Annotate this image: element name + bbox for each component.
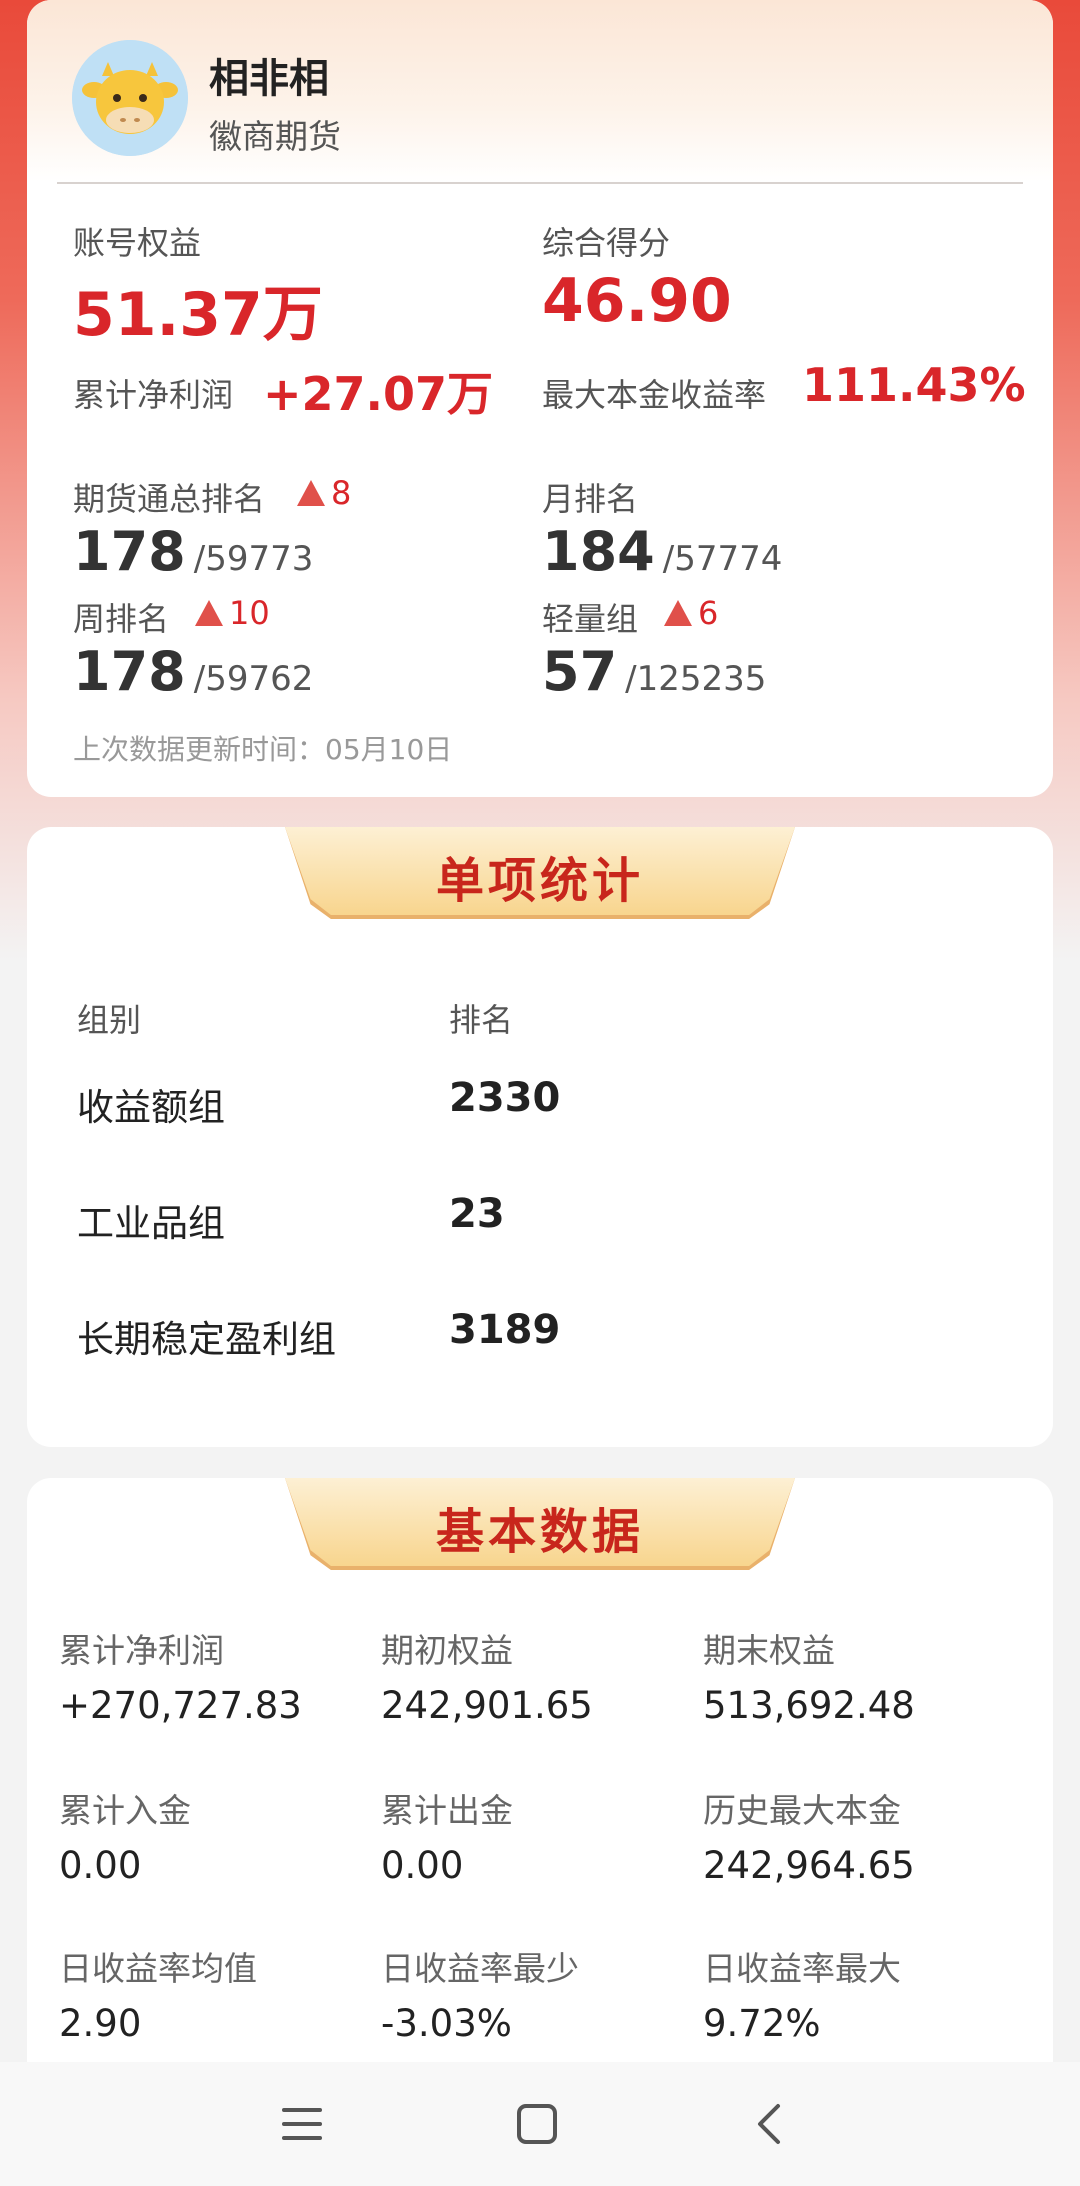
rank-out-of: /59762 xyxy=(193,659,314,699)
triangle-up-icon xyxy=(195,600,223,626)
rank-change-value: 6 xyxy=(698,594,719,632)
basic-item-label: 累计出金 xyxy=(381,1791,513,1830)
rank-out-of: /57774 xyxy=(662,539,783,579)
divider xyxy=(57,182,1023,184)
stats-row-rank: 3189 xyxy=(449,1307,561,1353)
basic-item-label: 日收益率均值 xyxy=(59,1949,257,1988)
basic-item-value: 0.00 xyxy=(381,1844,464,1887)
stats-card: 单项统计 组别 排名 收益额组 2330 工业品组 23 长期稳定盈利组 318… xyxy=(27,827,1053,1447)
stats-title: 单项统计 xyxy=(435,853,644,909)
net-profit-value: +27.07万 xyxy=(263,367,494,421)
rank-light-value: 57/125235 xyxy=(542,640,766,703)
rank-week-value: 178/59762 xyxy=(73,640,313,703)
basic-item-value: 513,692.48 xyxy=(703,1684,915,1727)
cow-avatar-icon[interactable] xyxy=(72,40,188,156)
rank-month-label: 月排名 xyxy=(542,480,639,518)
basic-item-value: 242,964.65 xyxy=(703,1844,915,1887)
col-rank-header: 排名 xyxy=(449,1001,514,1039)
system-nav-bar xyxy=(0,2062,1080,2186)
triangle-up-icon xyxy=(664,600,692,626)
menu-icon[interactable] xyxy=(262,2084,342,2164)
rank-change-value: 10 xyxy=(229,594,270,632)
rank-month-value: 184/57774 xyxy=(542,520,782,583)
net-profit-label: 累计净利润 xyxy=(73,376,234,414)
rank-value: 184 xyxy=(542,520,655,583)
square-home-icon[interactable] xyxy=(497,2084,577,2164)
equity-label: 账号权益 xyxy=(73,224,202,262)
rank-out-of: /125235 xyxy=(625,659,767,699)
triangle-up-icon xyxy=(297,480,325,506)
col-group-header: 组别 xyxy=(77,1001,142,1039)
user-name: 相非相 xyxy=(209,56,329,102)
rank-total-change: 8 xyxy=(297,474,351,512)
max-return-label: 最大本金收益率 xyxy=(542,376,767,414)
basic-item-label: 期初权益 xyxy=(381,1631,513,1670)
update-time: 上次数据更新时间：05月10日 xyxy=(73,733,453,766)
basic-item-label: 日收益率最少 xyxy=(381,1949,579,1988)
rank-change-value: 8 xyxy=(331,474,352,512)
basic-data-card: 基本数据 累计净利润 +270,727.83 期初权益 242,901.65 期… xyxy=(27,1478,1053,2098)
basic-item-label: 历史最大本金 xyxy=(703,1791,901,1830)
basic-item-value: +270,727.83 xyxy=(59,1684,302,1727)
basic-item-label: 期末权益 xyxy=(703,1631,835,1670)
rank-total-label: 期货通总排名 xyxy=(73,480,266,518)
rank-out-of: /59773 xyxy=(193,539,314,579)
basic-item-value: 2.90 xyxy=(59,2002,142,2045)
basic-title: 基本数据 xyxy=(435,1504,644,1560)
stats-row-rank: 23 xyxy=(449,1191,505,1237)
basic-item-value: 242,901.65 xyxy=(381,1684,593,1727)
score-value: 46.90 xyxy=(542,266,732,336)
rank-total-value: 178/59773 xyxy=(73,520,313,583)
stats-row-group: 长期稳定盈利组 xyxy=(77,1318,336,1361)
rank-light-change: 6 xyxy=(664,594,718,632)
rank-value: 178 xyxy=(73,520,186,583)
basic-item-label: 累计入金 xyxy=(59,1791,191,1830)
rank-light-label: 轻量组 xyxy=(542,600,639,638)
equity-value: 51.37万 xyxy=(73,280,323,350)
basic-item-value: -3.03% xyxy=(381,2002,512,2045)
max-return-value: 111.43% xyxy=(802,358,1026,412)
rank-value: 178 xyxy=(73,640,186,703)
profile-card: 相非相 徽商期货 账号权益 51.37万 综合得分 46.90 累计净利润 +2… xyxy=(27,0,1053,797)
stats-row-group: 收益额组 xyxy=(77,1086,225,1129)
rank-value: 57 xyxy=(542,640,618,703)
basic-item-label: 日收益率最大 xyxy=(703,1949,901,1988)
rank-week-change: 10 xyxy=(195,594,270,632)
chevron-left-icon[interactable] xyxy=(730,2084,810,2164)
rank-week-label: 周排名 xyxy=(73,600,170,638)
broker-name: 徽商期货 xyxy=(209,117,341,156)
basic-item-value: 9.72% xyxy=(703,2002,821,2045)
stats-row-group: 工业品组 xyxy=(77,1202,225,1245)
basic-item-label: 累计净利润 xyxy=(59,1631,224,1670)
stats-row-rank: 2330 xyxy=(449,1075,561,1121)
basic-item-value: 0.00 xyxy=(59,1844,142,1887)
score-label: 综合得分 xyxy=(542,224,671,262)
